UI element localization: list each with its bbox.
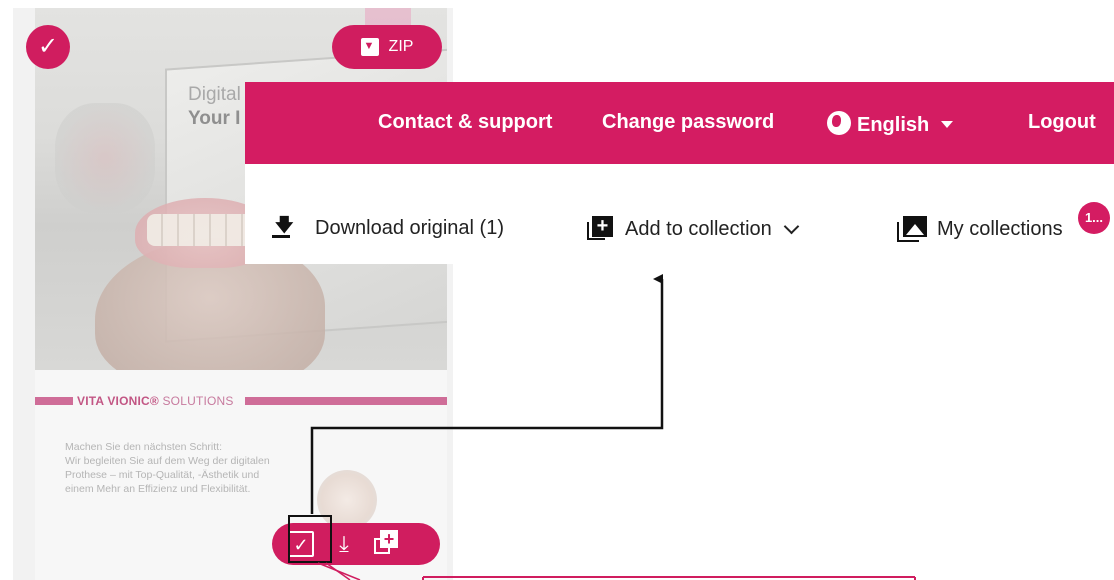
- logout-link[interactable]: Logout: [1028, 111, 1096, 134]
- chevron-down-icon: [783, 218, 800, 234]
- download-original-button[interactable]: 🡇 Download original (1): [271, 216, 504, 240]
- download-icon: ⤓: [339, 531, 349, 556]
- asset-description: Machen Sie den nächsten Schritt: Wir beg…: [65, 440, 325, 496]
- card-add-to-collection-button[interactable]: [374, 530, 398, 556]
- top-nav-bar: Contact & support Change password Englis…: [245, 82, 1114, 164]
- caret-down-icon: [941, 121, 954, 128]
- archive-download-icon: [360, 38, 379, 56]
- band-suffix: SOLUTIONS: [162, 394, 234, 408]
- my-collections-label: My collections: [937, 217, 1063, 240]
- photo-title: Digital Your I: [188, 83, 241, 131]
- card-download-button[interactable]: ⤓: [332, 531, 356, 557]
- band-bar-right: [245, 397, 447, 405]
- photo-denture-blur: [55, 103, 155, 213]
- description-line: Wir begleiten Sie auf dem Weg der digita…: [65, 455, 270, 467]
- contact-support-link[interactable]: Contact & support: [378, 111, 552, 134]
- description-line: einem Mehr an Effizienz und Flexibilität…: [65, 483, 251, 495]
- globe-icon: [827, 111, 851, 135]
- photo-title-line1: Digital: [188, 84, 241, 105]
- download-original-label: Download original (1): [315, 216, 504, 239]
- add-to-collection-dropdown[interactable]: + Add to collection: [587, 216, 800, 242]
- collections-count-badge: 1...: [1078, 202, 1110, 234]
- my-collections-button[interactable]: My collections: [897, 216, 1063, 242]
- zip-label: ZIP: [388, 38, 414, 55]
- add-to-collection-icon: +: [587, 216, 613, 242]
- highlight-box: [288, 515, 332, 563]
- asset-toolbar: 🡇 Download original (1) + Add to collect…: [245, 164, 1114, 264]
- photo-collection-icon: [897, 216, 927, 242]
- photo-title-line2: Your I: [188, 108, 241, 129]
- check-icon: ✓: [37, 33, 59, 60]
- select-asset-button[interactable]: ✓: [26, 25, 70, 69]
- band-text: VITA VIONIC® SOLUTIONS: [77, 394, 234, 408]
- zip-download-button[interactable]: ZIP: [332, 25, 442, 69]
- language-selector[interactable]: English: [827, 111, 954, 137]
- language-label: English: [857, 114, 930, 136]
- download-icon: 🡇: [271, 216, 294, 240]
- band-bar-left: [35, 397, 73, 405]
- description-line: Machen Sie den nächsten Schritt:: [65, 441, 223, 453]
- description-line: Prothese – mit Top-Qualität, -Ästhetik u…: [65, 469, 260, 481]
- brand-band: VITA VIONIC® SOLUTIONS: [35, 394, 447, 408]
- change-password-link[interactable]: Change password: [602, 111, 774, 134]
- band-brand: VITA VIONIC®: [77, 394, 159, 408]
- add-to-collection-label: Add to collection: [625, 217, 772, 240]
